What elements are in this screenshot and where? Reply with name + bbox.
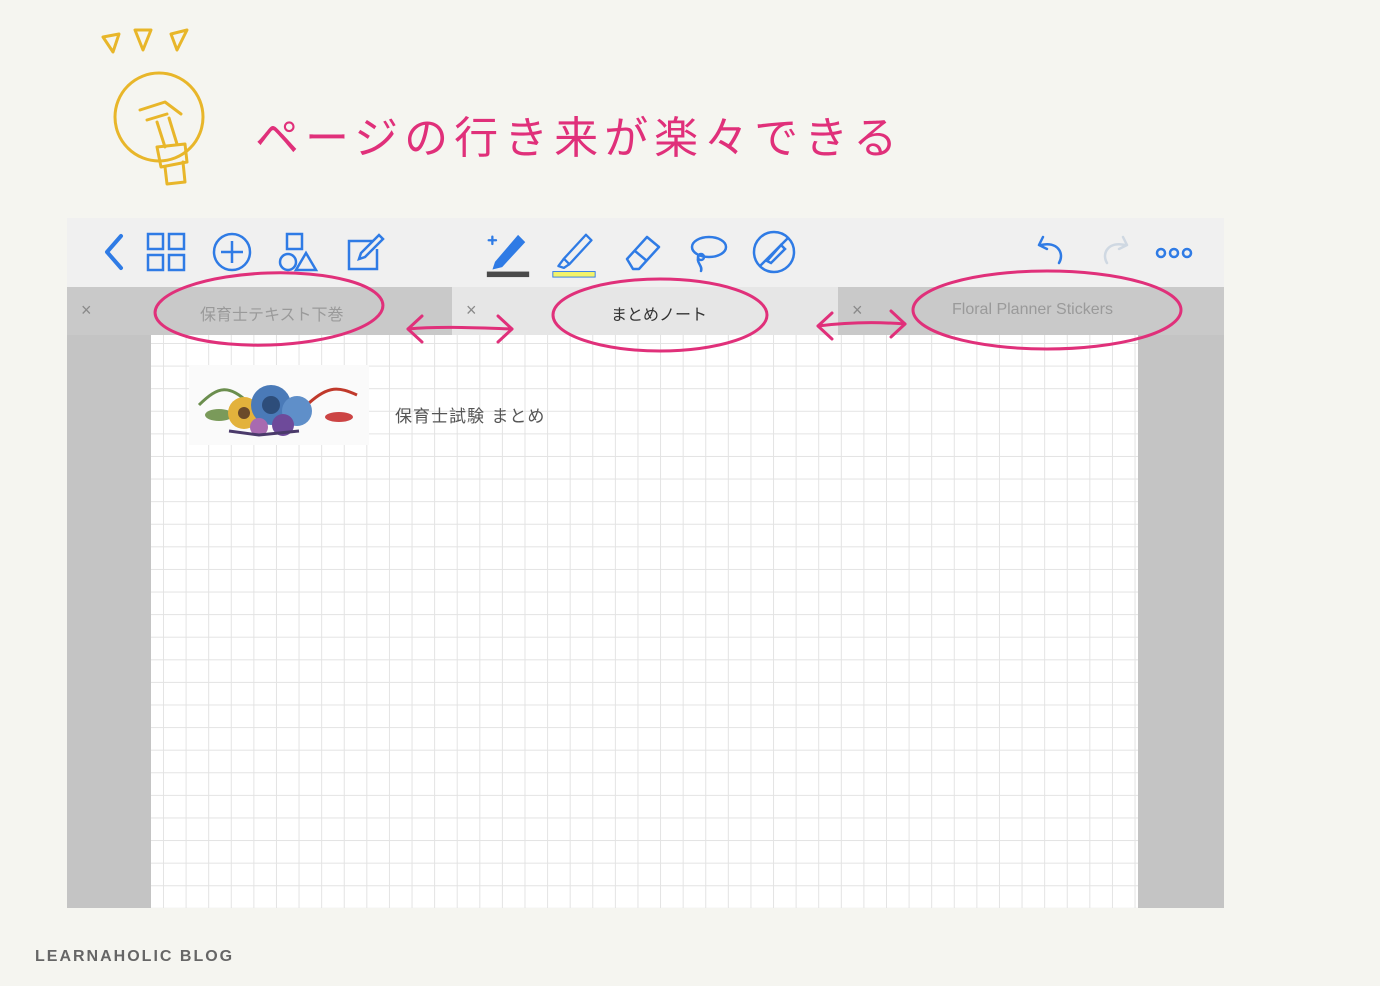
circle-annotation — [153, 271, 385, 347]
footer-brand: LEARNAHOLIC BLOG — [35, 948, 235, 965]
circle-annotation — [551, 277, 769, 353]
double-arrow — [816, 321, 907, 328]
double-arrow — [406, 325, 514, 331]
annotation-overlay — [153, 269, 1183, 353]
circle-annotation — [911, 269, 1183, 351]
